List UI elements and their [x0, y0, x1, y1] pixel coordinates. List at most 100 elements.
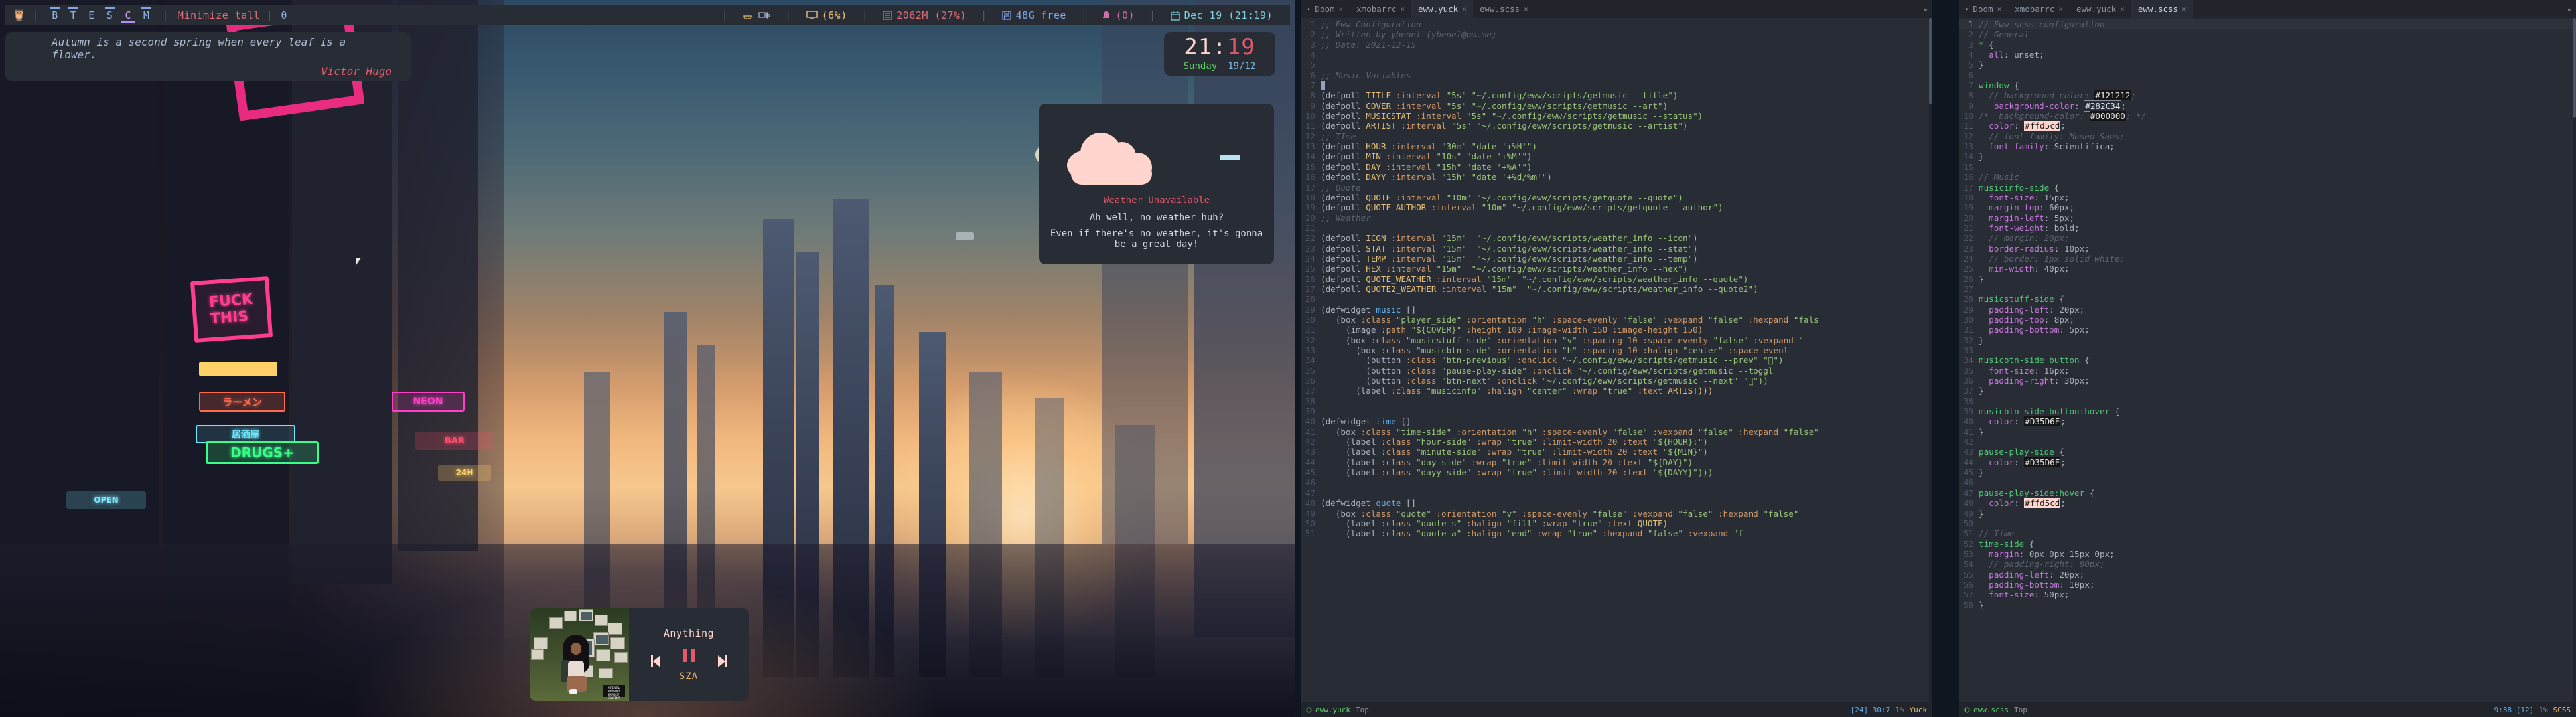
code-line: 34 (button :class "btn-previous" :onclic…: [1301, 355, 1932, 365]
code-text: [1321, 80, 1932, 90]
monitor-icon: [806, 11, 818, 20]
tab-eww-scss[interactable]: eww.scss×: [2131, 0, 2193, 18]
code-area[interactable]: 1;; Eww Configuration2;; Written by yben…: [1301, 18, 1932, 694]
clock-subline: Sunday 19/12: [1184, 61, 1256, 72]
code-text: (defpoll MUSICSTAT :interval "5s" "~/.co…: [1321, 111, 1932, 121]
close-icon[interactable]: ×: [2120, 5, 2125, 13]
code-token: font-weight: [1979, 223, 2044, 233]
code-line: 4: [1301, 50, 1932, 60]
neon-sign: FUCKTHIS: [190, 276, 273, 343]
code-token: "${DAYY}"))): [1652, 467, 1713, 477]
line-number: 41: [1301, 427, 1321, 437]
close-icon[interactable]: ×: [1462, 5, 1467, 13]
code-text: margin-top: 60px;: [1979, 202, 2576, 212]
line-number: 23: [1959, 244, 1979, 254]
code-text: // Eww scss configuration: [1979, 19, 2576, 29]
close-icon[interactable]: ×: [1400, 5, 1405, 13]
code-token: "10m" "~/.config/eww/scripts/getquote --…: [1447, 193, 1683, 202]
tab-eww-yuck[interactable]: eww.yuck×: [2070, 0, 2131, 18]
workspace-button-c[interactable]: C: [119, 9, 137, 21]
workspace-button-m[interactable]: M: [137, 9, 156, 21]
tab-xmobarrc[interactable]: xmobarrc×: [2008, 0, 2070, 18]
workspace-button-t[interactable]: T: [64, 9, 83, 21]
code-token: padding-left: [1979, 305, 2049, 315]
separator: |: [27, 9, 46, 21]
code-token: :vexpand: [1663, 315, 1708, 325]
vertical-scrollbar[interactable]: [1929, 18, 1932, 702]
close-icon[interactable]: ×: [2182, 5, 2186, 13]
code-text: [1321, 396, 1932, 406]
code-token: (image: [1321, 325, 1381, 335]
code-area[interactable]: 1// Eww scss configuration2// General3* …: [1959, 18, 2576, 694]
code-token: :: [2034, 590, 2044, 599]
brightness-volume-group[interactable]: [735, 11, 778, 21]
tab-doom[interactable]: ▸Doom×: [1301, 0, 1350, 18]
code-token: ;: [2060, 498, 2066, 508]
bell-icon: [1102, 11, 1111, 21]
code-token: HEX: [1366, 264, 1386, 274]
line-number: 1: [1301, 19, 1321, 29]
notifications-indicator[interactable]: (0): [1094, 9, 1143, 21]
code-line: 8 // background-color: #121212;: [1959, 90, 2576, 100]
code-token: QUOTE): [1638, 518, 1668, 528]
code-line: 48 color: #ffd5cd;: [1959, 498, 2576, 508]
tab-eww-scss[interactable]: eww.scss×: [1473, 0, 1535, 18]
code-token: :hexpand: [1738, 427, 1783, 437]
workspace-button-s[interactable]: S: [101, 9, 119, 21]
code-text: musicbtn-side button {: [1979, 355, 2576, 365]
close-icon[interactable]: ×: [2058, 5, 2063, 13]
code-token: *: [1979, 40, 1989, 50]
memory-indicator[interactable]: 2062M (27%): [875, 9, 974, 21]
code-token: :interval: [1391, 141, 1441, 151]
code-line: 23 border-radius: 10px;: [1959, 244, 2576, 254]
line-number: 14: [1301, 151, 1321, 161]
code-line: 51 (label :class "quote_a" :halign "end"…: [1301, 528, 1932, 538]
neon-sign: NEON: [392, 392, 465, 412]
code-text: [1979, 345, 2576, 355]
wallpaper-building: [1102, 0, 1188, 544]
owl-icon[interactable]: 🦉: [12, 9, 27, 22]
code-text: background-color: #282C34;: [1979, 101, 2576, 111]
code-token: QUOTE2_WEATHER: [1366, 284, 1441, 294]
workspace-button-e[interactable]: E: [82, 9, 101, 21]
neon-sign: 居酒屋: [196, 425, 295, 443]
tab-doom[interactable]: ▸Doom×: [1959, 0, 2008, 18]
code-token: background-color: [1979, 101, 2074, 111]
code-token: "true": [1572, 518, 1607, 528]
workspace-button-b[interactable]: B: [46, 9, 64, 21]
line-number: 18: [1959, 193, 1979, 202]
code-token: []: [1401, 416, 1411, 426]
line-number: 48: [1301, 498, 1321, 508]
close-icon[interactable]: ×: [1524, 5, 1528, 13]
code-token: (button: [1321, 376, 1406, 386]
workspace-active-indicator: [121, 21, 135, 23]
code-text: * {: [1979, 40, 2576, 50]
code-line: 15: [1959, 162, 2576, 172]
code-line: 21: [1301, 223, 1932, 233]
code-token: "center": [1527, 386, 1572, 396]
close-icon[interactable]: ×: [1997, 5, 2002, 13]
code-line: 36 padding-right: 30px;: [1959, 376, 2576, 386]
separator: |: [155, 9, 175, 21]
code-text: font-weight: bold;: [1979, 223, 2576, 233]
code-token: :image-height: [1612, 325, 1683, 335]
code-text: musicinfo-side {: [1979, 183, 2576, 193]
code-line: 27(defpoll QUOTE2_WEATHER :interval "15m…: [1301, 284, 1932, 294]
line-number: 26: [1301, 274, 1321, 284]
disk-indicator[interactable]: 48G free: [994, 9, 1074, 21]
code-token: :class: [1381, 467, 1416, 477]
cpu-indicator[interactable]: (6%): [798, 9, 855, 21]
modeline-position: Top: [1356, 706, 1369, 714]
tab-scroll-right-icon[interactable]: ▸: [1920, 5, 1932, 14]
vertical-scrollbar[interactable]: [2573, 18, 2576, 702]
close-icon[interactable]: ×: [1339, 5, 1344, 13]
layout-label[interactable]: Minimize tall: [175, 9, 260, 21]
tab-xmobarrc[interactable]: xmobarrc×: [1350, 0, 1411, 18]
temperature-bar: [1220, 155, 1240, 160]
tab-eww-yuck[interactable]: eww.yuck×: [1411, 0, 1473, 18]
datetime-indicator[interactable]: Dec 19 (21:19): [1163, 9, 1281, 21]
code-line: 25(defpoll HEX :interval "15m" "~/.confi…: [1301, 264, 1932, 274]
tab-scroll-right-icon[interactable]: ▸: [2563, 5, 2576, 14]
code-token: bold;: [2054, 223, 2080, 233]
pause-icon[interactable]: [683, 649, 695, 662]
